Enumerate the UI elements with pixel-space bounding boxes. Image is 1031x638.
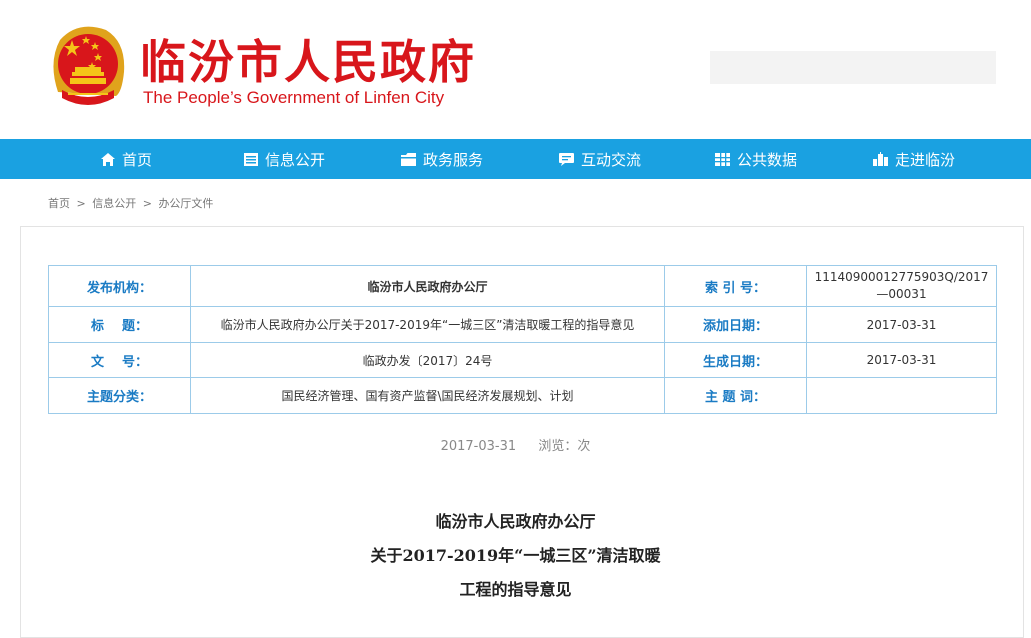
title-label: 标 题： xyxy=(48,306,191,343)
index-no-label: 索 引 号： xyxy=(664,265,807,307)
publisher-value: 临汾市人民政府办公厅 xyxy=(190,265,665,307)
doc-no-label: 文 号： xyxy=(48,342,191,378)
publisher-label: 发布机构： xyxy=(48,265,191,307)
chat-icon xyxy=(559,152,574,166)
nav-home[interactable]: 首页 xyxy=(100,139,152,179)
site-subtitle: The People’s Government of Linfen City xyxy=(143,88,445,107)
city-icon xyxy=(873,151,888,166)
article-dateline: 2017-03-31 浏览：次 xyxy=(0,435,1031,454)
article-title-line3: 工程的指导意见 xyxy=(459,580,572,599)
list-icon xyxy=(244,152,258,166)
search-input[interactable] xyxy=(710,51,996,84)
main-nav: 首页 信息公开 政务服务 互动交流 公共数据 走进临汾 xyxy=(0,139,1031,179)
breadcrumb: 首页 > 信息公开 > 办公厅文件 xyxy=(48,195,213,211)
nav-services-label: 政务服务 xyxy=(423,150,484,169)
home-icon xyxy=(101,152,115,166)
document-metadata-table: 发布机构： 临汾市人民政府办公厅 索 引 号： 1114090001277590… xyxy=(48,265,997,414)
doc-no-value: 临政办发〔2017〕24号 xyxy=(190,342,665,378)
nav-public-data[interactable]: 公共数据 xyxy=(714,139,797,179)
article-views: 浏览：次 xyxy=(538,439,591,454)
index-no-value: 11140900012775903Q/2017—00031 xyxy=(806,265,997,307)
grid-icon xyxy=(715,152,730,166)
generated-date-label: 生成日期： xyxy=(664,342,807,378)
breadcrumb-home[interactable]: 首页 xyxy=(48,197,70,210)
added-date-value: 2017-03-31 xyxy=(806,306,997,343)
nav-info-disclosure[interactable]: 信息公开 xyxy=(243,139,325,179)
article-title-line1: 临汾市人民政府办公厅 xyxy=(435,512,596,531)
category-value: 国民经济管理、国有资产监督\国民经济发展规划、计划 xyxy=(190,377,665,414)
nav-interaction-label: 互动交流 xyxy=(581,150,642,169)
nav-data-label: 公共数据 xyxy=(737,150,798,169)
national-emblem-icon xyxy=(53,26,125,105)
table-row: 发布机构： 临汾市人民政府办公厅 索 引 号： 1114090001277590… xyxy=(48,265,997,307)
keywords-value xyxy=(806,377,997,414)
nav-info-label: 信息公开 xyxy=(265,150,326,169)
breadcrumb-separator: > xyxy=(76,197,86,210)
article-title-line2: 关于2017-2019年“一城三区”清洁取暖 xyxy=(370,546,661,565)
folder-icon xyxy=(401,152,416,166)
title-value: 临汾市人民政府办公厅关于2017-2019年“一城三区”清洁取暖工程的指导意见 xyxy=(190,306,665,343)
table-row: 文 号： 临政办发〔2017〕24号 生成日期： 2017-03-31 xyxy=(48,342,997,378)
table-row: 主题分类： 国民经济管理、国有资产监督\国民经济发展规划、计划 主 题 词： xyxy=(48,377,997,414)
nav-interaction[interactable]: 互动交流 xyxy=(558,139,641,179)
added-date-label: 添加日期： xyxy=(664,306,807,343)
site-header: 临汾市人民政府 The People’s Government of Linfe… xyxy=(0,0,1031,139)
nav-about-linfen[interactable]: 走进临汾 xyxy=(872,139,955,179)
generated-date-value: 2017-03-31 xyxy=(806,342,997,378)
nav-home-label: 首页 xyxy=(122,150,153,169)
keywords-label: 主 题 词： xyxy=(664,377,807,414)
table-row: 标 题： 临汾市人民政府办公厅关于2017-2019年“一城三区”清洁取暖工程的… xyxy=(48,306,997,343)
nav-gov-services[interactable]: 政务服务 xyxy=(400,139,483,179)
site-title: 临汾市人民政府 xyxy=(140,35,476,89)
category-label: 主题分类： xyxy=(48,377,191,414)
breadcrumb-separator: > xyxy=(142,197,152,210)
breadcrumb-office-docs[interactable]: 办公厅文件 xyxy=(158,197,213,210)
nav-about-label: 走进临汾 xyxy=(895,150,956,169)
article-date: 2017-03-31 xyxy=(440,439,517,454)
breadcrumb-info[interactable]: 信息公开 xyxy=(92,197,136,210)
